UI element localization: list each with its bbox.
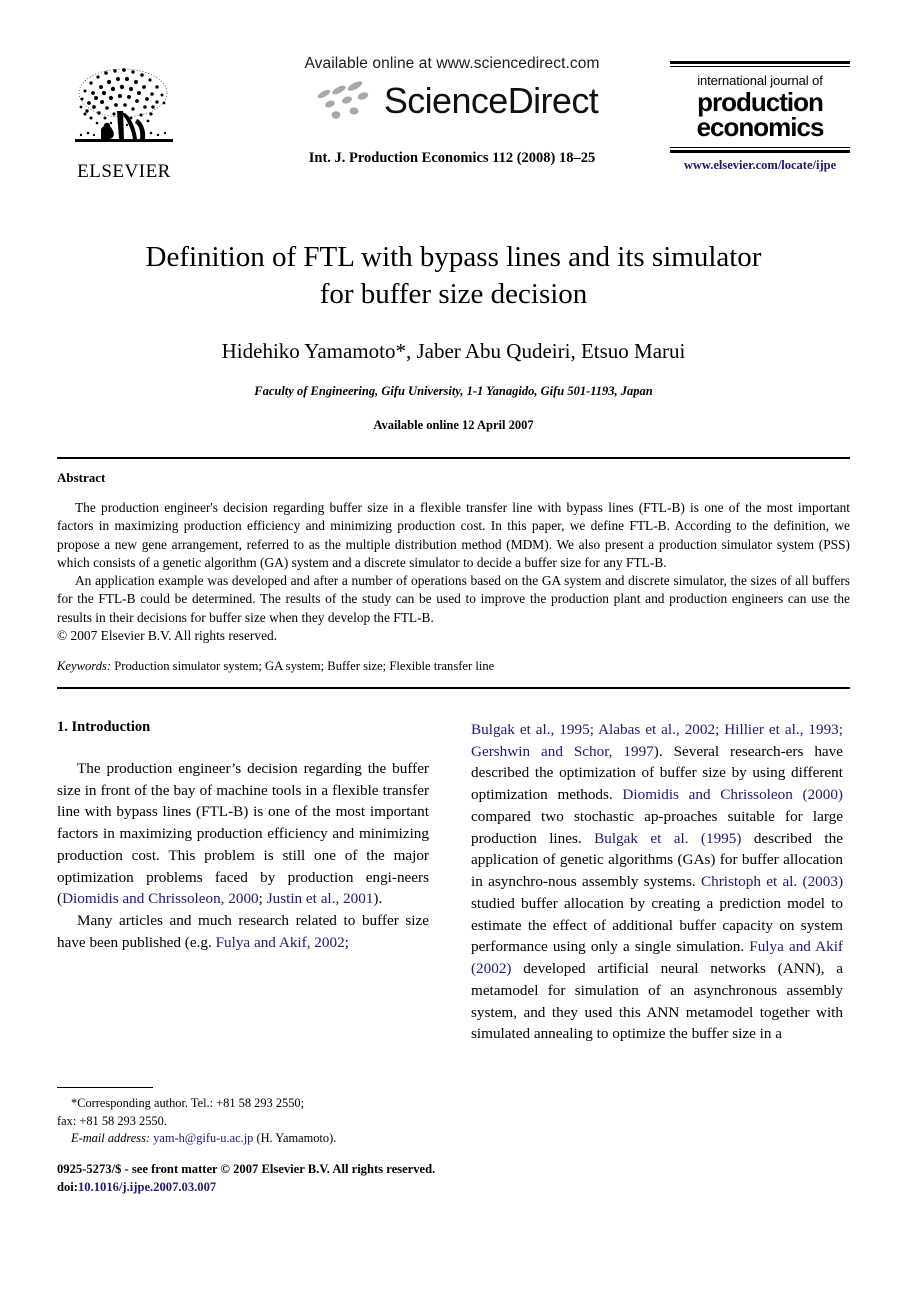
abstract-copyright: © 2007 Elsevier B.V. All rights reserved… <box>57 627 278 643</box>
journal-logo-line3: economics <box>696 112 825 143</box>
elsevier-tree-logo-icon <box>75 68 173 142</box>
paragraph-3: Bulgak et al., 1995; Alabas et al., 2002… <box>471 719 843 1045</box>
email-label: E-mail address: <box>71 1131 151 1146</box>
sciencedirect-swoosh-icon <box>317 81 369 119</box>
citation-bulgak-1995[interactable]: Bulgak et al. (1995) <box>594 830 741 847</box>
author-list: Hidehiko Yamamoto*, Jaber Abu Qudeiri, E… <box>221 339 686 364</box>
title-line-2: for buffer size decision <box>319 278 588 311</box>
footnotes: *Corresponding author. Tel.: +81 58 293 … <box>57 1087 429 1148</box>
elsevier-logo: ELSEVIER <box>63 63 185 183</box>
corresponding-author-note: *Corresponding author. Tel.: +81 58 293 … <box>71 1096 305 1110</box>
keywords: Keywords: Production simulator system; G… <box>57 659 850 674</box>
doi-line: doi:10.1016/j.ijpe.2007.03.007 <box>57 1179 577 1197</box>
sciencedirect-block: Available online at www.sciencedirect.co… <box>252 55 652 167</box>
sciencedirect-wordmark: ScienceDirect <box>383 80 599 121</box>
email-suffix: (H. Yamamoto). <box>253 1131 337 1146</box>
journal-logo-rule-top2 <box>670 66 850 67</box>
body-columns: 1. Introduction The production engineer’… <box>57 719 850 1045</box>
abstract-paragraph-2: An application example was developed and… <box>57 573 850 625</box>
left-column-text: The production engineer’s decision regar… <box>57 758 429 954</box>
front-matter-line: 0925-5273/$ - see front matter © 2007 El… <box>57 1162 436 1176</box>
abstract-top-rule <box>57 457 850 460</box>
citation-fulya-akif[interactable]: Fulya and Akif, 2002 <box>216 934 345 951</box>
email-link[interactable]: yam-h@gifu-u.ac.jp <box>153 1131 253 1145</box>
paper-page: ELSEVIER Available online at www.science… <box>0 55 907 1293</box>
paragraph-2-tail: ; <box>344 933 349 951</box>
abstract-body: The production engineer's decision regar… <box>57 499 850 645</box>
affiliation: Faculty of Engineering, Gifu University,… <box>254 384 653 399</box>
citation-separator: ; <box>258 890 267 908</box>
masthead: ELSEVIER Available online at www.science… <box>57 55 850 205</box>
abstract-heading: Abstract <box>57 470 106 486</box>
journal-logo-line1: international journal of <box>697 73 823 88</box>
keywords-label: Keywords: <box>57 658 112 673</box>
abstract-bottom-rule <box>57 686 850 689</box>
sciencedirect-logo: ScienceDirect <box>252 79 652 123</box>
abstract-paragraph-1: The production engineer's decision regar… <box>57 500 850 570</box>
journal-logo-rule-bottom2 <box>670 149 850 153</box>
journal-logo: international journal of production econ… <box>670 61 850 173</box>
column-left: 1. Introduction The production engineer’… <box>57 719 429 1045</box>
page-title: Definition of FTL with bypass lines and … <box>101 239 806 313</box>
right-text-5: developed artificial neural networks (AN… <box>471 960 843 1043</box>
doi-link[interactable]: 10.1016/j.ijpe.2007.03.007 <box>78 1180 216 1194</box>
email-note: E-mail address: yam-h@gifu-u.ac.jp (H. Y… <box>57 1130 429 1148</box>
citation-diomidis-chrissoleon[interactable]: Diomidis and Chrissoleon, 2000 <box>62 890 259 907</box>
fax-note: fax: +81 58 293 2550. <box>57 1113 167 1128</box>
elsevier-wordmark: ELSEVIER <box>77 161 171 182</box>
journal-reference: Int. J. Production Economics 112 (2008) … <box>308 150 596 166</box>
journal-logo-rule-bottom <box>670 146 850 148</box>
title-line-1: Definition of FTL with bypass lines and … <box>145 241 762 273</box>
footnote-text: *Corresponding author. Tel.: +81 58 293 … <box>57 1095 429 1148</box>
right-column-text: Bulgak et al., 1995; Alabas et al., 2002… <box>471 719 843 1045</box>
citation-diomidis-chrissoleon-2000[interactable]: Diomidis and Chrissoleon (2000) <box>622 786 843 803</box>
footnote-rule <box>57 1087 153 1088</box>
doi-label: doi: <box>57 1179 78 1194</box>
available-online-text: Available online at www.sciencedirect.co… <box>304 55 600 72</box>
paragraph-1: The production engineer’s decision regar… <box>57 758 429 910</box>
front-matter-block: 0925-5273/$ - see front matter © 2007 El… <box>57 1161 577 1196</box>
citation-christoph-2003[interactable]: Christoph et al. (2003) <box>701 873 843 890</box>
keywords-value: Production simulator system; GA system; … <box>114 658 495 673</box>
journal-logo-rule-top <box>670 61 850 64</box>
journal-url-link[interactable]: www.elsevier.com/locate/ijpe <box>670 158 850 173</box>
available-online-date: Available online 12 April 2007 <box>373 418 534 433</box>
paragraph-1-tail: ). <box>373 890 383 908</box>
paragraph-1-text: The production engineer’s decision regar… <box>57 759 429 908</box>
column-right: Bulgak et al., 1995; Alabas et al., 2002… <box>471 719 843 1045</box>
section-heading-introduction: 1. Introduction <box>57 718 151 735</box>
citation-justin[interactable]: Justin et al., 2001 <box>267 890 374 907</box>
paragraph-2: Many articles and much research related … <box>57 910 429 953</box>
